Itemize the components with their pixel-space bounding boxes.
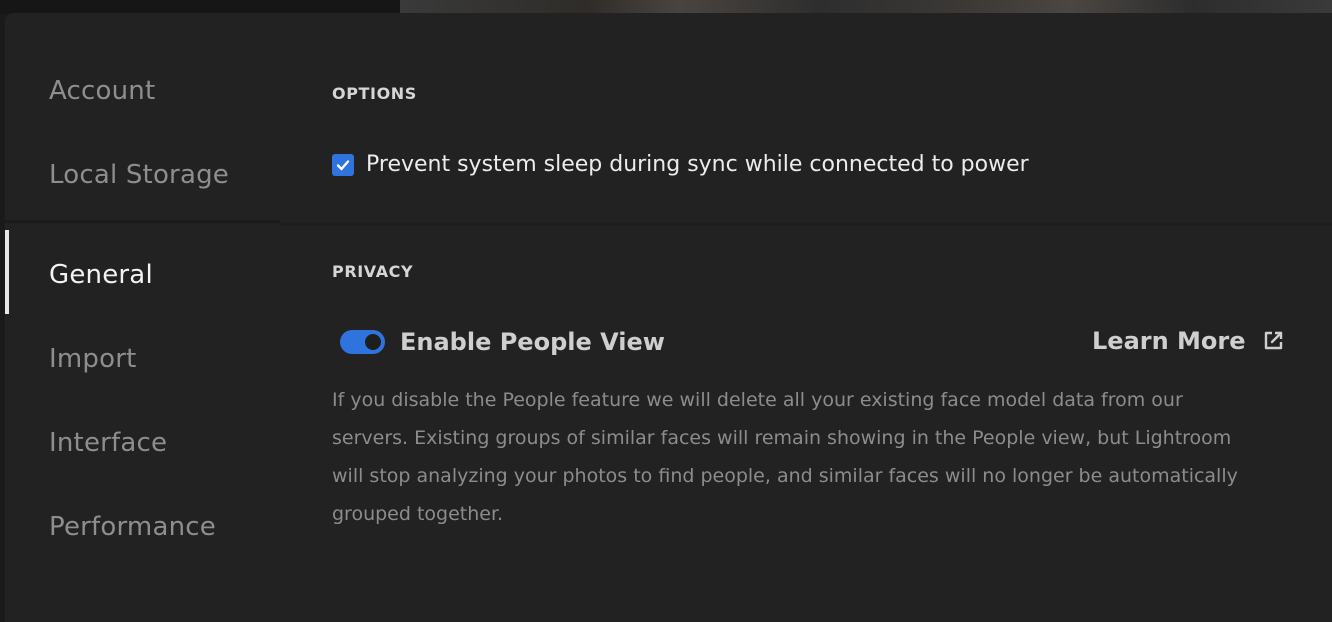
people-view-option: Enable People View xyxy=(340,328,665,356)
sidebar-item-general[interactable]: General xyxy=(5,240,280,310)
prevent-sleep-label[interactable]: Prevent system sleep during sync while c… xyxy=(366,152,1029,177)
external-link-icon xyxy=(1262,330,1284,352)
sidebar-item-label: Local Storage xyxy=(49,160,229,190)
sidebar-item-label: General xyxy=(49,260,153,290)
preferences-content: OPTIONS Prevent system sleep during sync… xyxy=(280,13,1332,622)
sidebar-item-account[interactable]: Account xyxy=(5,56,280,126)
learn-more-label: Learn More xyxy=(1092,327,1246,355)
sidebar-divider xyxy=(5,220,280,223)
sidebar-item-label: Interface xyxy=(49,428,168,458)
sidebar-item-label: Import xyxy=(49,344,137,374)
sidebar-item-performance[interactable]: Performance xyxy=(5,492,280,562)
sidebar-item-import[interactable]: Import xyxy=(5,324,280,394)
section-divider xyxy=(280,223,1332,226)
check-icon xyxy=(336,159,350,170)
toggle-knob xyxy=(365,334,381,350)
people-view-description: If you disable the People feature we wil… xyxy=(332,389,1238,525)
sidebar-item-interface[interactable]: Interface xyxy=(5,408,280,478)
prevent-sleep-checkbox[interactable] xyxy=(332,153,354,176)
sidebar-item-label: Performance xyxy=(49,512,216,542)
sidebar-item-label: Account xyxy=(49,76,156,106)
privacy-section-title: PRIVACY xyxy=(332,262,414,281)
preferences-dialog: Account Local Storage General Import Int… xyxy=(5,13,1332,622)
options-section-title: OPTIONS xyxy=(332,84,417,103)
learn-more-link[interactable]: Learn More xyxy=(1092,327,1284,355)
background-photo xyxy=(400,0,1332,14)
preferences-sidebar: Account Local Storage General Import Int… xyxy=(5,13,280,622)
people-view-toggle[interactable] xyxy=(340,330,385,354)
sidebar-item-local-storage[interactable]: Local Storage xyxy=(5,140,280,210)
prevent-sleep-option: Prevent system sleep during sync while c… xyxy=(332,152,1029,177)
people-view-label: Enable People View xyxy=(400,328,665,356)
background-photo-strip xyxy=(0,0,1332,14)
